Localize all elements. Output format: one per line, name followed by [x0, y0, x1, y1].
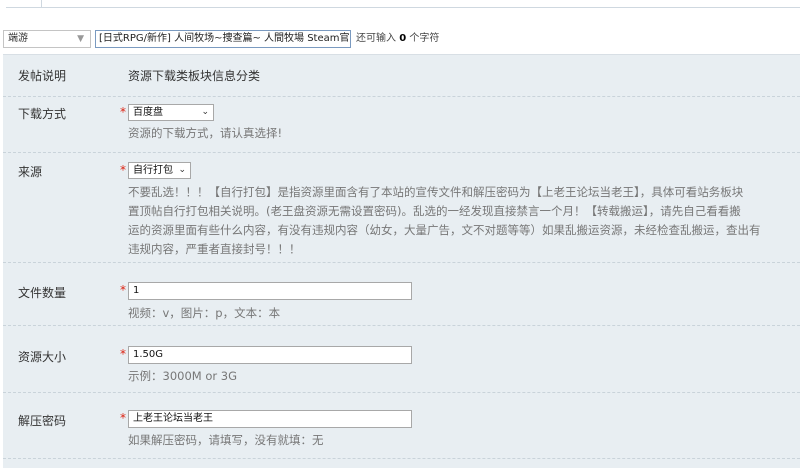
row-password: 解压密码 * 上老王论坛当老王 如果解压密码，请填写，没有就填：无	[3, 393, 800, 459]
file-count-label: 文件数量	[18, 286, 67, 300]
category-select-value: 端游	[8, 33, 28, 44]
source-hint-line: 运的资源里面有些什么内容，有没有违规内容（幼女，大量广告，文不对题等等）如果乱搬…	[128, 223, 761, 237]
download-method-value: 百度盘	[133, 107, 163, 118]
description-label: 发帖说明	[18, 69, 67, 83]
chevron-down-icon: ⌄	[201, 107, 209, 117]
resource-size-hint: 示例：3000M or 3G	[128, 369, 237, 383]
row-resource-size: 资源大小 * 1.50G 示例：3000M or 3G	[3, 326, 800, 393]
remain-count: 0	[399, 33, 407, 44]
password-input[interactable]: 上老王论坛当老王	[128, 410, 412, 428]
chevron-down-icon: ⌄	[178, 165, 186, 175]
row-description: 发帖说明 资源下载类板块信息分类	[3, 55, 800, 97]
title-input[interactable]: [日式RPG/新作] 人间牧场~捜查篇~ 人間牧場 Steam官中	[95, 30, 351, 48]
char-remaining: 还可输入 0 个字符	[356, 30, 439, 48]
source-label: 来源	[18, 165, 43, 179]
required-mark: *	[120, 347, 126, 361]
category-select[interactable]: 端游 ▼	[3, 30, 91, 48]
required-mark: *	[120, 105, 126, 119]
row-source: 来源 * 自行打包 ⌄ 不要乱选！！！【自行打包】是指资源里面含有了本站的宣传文…	[3, 153, 800, 263]
active-tab-edge[interactable]	[6, 0, 42, 8]
resource-size-input[interactable]: 1.50G	[128, 346, 412, 364]
required-mark: *	[120, 163, 126, 177]
title-bar: 端游 ▼ [日式RPG/新作] 人间牧场~捜查篇~ 人間牧場 Steam官中 还…	[0, 8, 800, 50]
file-count-input[interactable]: 1	[128, 282, 412, 300]
required-mark: *	[120, 283, 126, 297]
row-download-method: 下载方式 * 百度盘 ⌄ 资源的下载方式，请认真选择!	[3, 97, 800, 153]
source-hint-line: 违规内容，严重者直接封号！！！	[128, 242, 301, 256]
source-hint: 不要乱选！！！【自行打包】是指资源里面含有了本站的宣传文件和解压密码为【上老王论…	[128, 183, 761, 259]
row-file-count: 文件数量 * 1 视频：v，图片：p，文本：本	[3, 263, 800, 326]
source-select[interactable]: 自行打包 ⌄	[128, 162, 191, 179]
chevron-down-icon: ▼	[77, 34, 84, 44]
resource-info-form: 发帖说明 资源下载类板块信息分类 下载方式 * 百度盘 ⌄ 资源的下载方式，请认…	[3, 54, 800, 468]
remain-prefix: 还可输入	[356, 33, 396, 44]
source-hint-line: 不要乱选！！！【自行打包】是指资源里面含有了本站的宣传文件和解压密码为【上老王论…	[128, 185, 744, 199]
file-count-hint: 视频：v，图片：p，文本：本	[128, 306, 281, 320]
remain-suffix: 个字符	[409, 33, 440, 44]
source-value: 自行打包	[133, 165, 173, 176]
download-method-select[interactable]: 百度盘 ⌄	[128, 104, 214, 121]
tab-strip	[0, 0, 800, 8]
required-mark: *	[120, 411, 126, 425]
download-method-label: 下载方式	[18, 107, 67, 121]
password-label: 解压密码	[18, 414, 67, 428]
download-method-hint: 资源的下载方式，请认真选择!	[128, 126, 283, 140]
description-value: 资源下载类板块信息分类	[128, 69, 261, 83]
source-hint-line: 置顶帖自行打包相关说明。(老王盘资源无需设置密码)。乱选的一经发现直接禁言一个月…	[128, 204, 741, 218]
password-hint: 如果解压密码，请填写，没有就填：无	[128, 433, 324, 447]
resource-size-label: 资源大小	[18, 350, 67, 364]
